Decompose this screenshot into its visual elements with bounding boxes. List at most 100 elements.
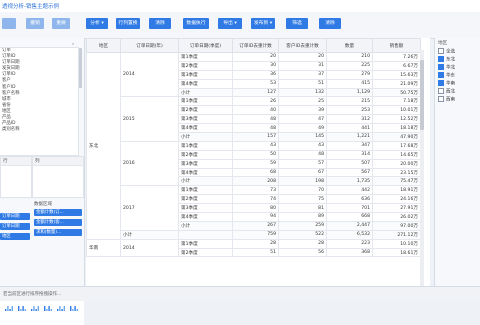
value-cell: 40 (232, 105, 279, 116)
filter-title: 地区 (438, 41, 448, 46)
rows-box[interactable]: 行 (0, 156, 32, 198)
data-field-chip[interactable]: 金额计数(客... (34, 219, 82, 226)
data-field-chip[interactable]: 金额计数(订... (34, 209, 82, 216)
chart-type-thumbnail[interactable] (43, 303, 53, 311)
quarter-cell: 第2季度 (178, 247, 233, 258)
value-cell: 312 (326, 114, 373, 125)
value-cell: 51 (278, 78, 327, 89)
value-cell: 20.00万 (372, 158, 421, 169)
column-header[interactable]: 订单ID去重计数 (232, 38, 279, 53)
chart-type-thumbnail[interactable] (4, 303, 14, 311)
quarter-cell: 第2季度 (178, 194, 233, 205)
toolbar-button[interactable]: 撤销 (26, 18, 44, 29)
row-field-chip[interactable]: 订单日期 (0, 223, 30, 230)
chart-type-thumbnail[interactable] (56, 303, 66, 311)
chart-type-thumbnail[interactable] (30, 303, 40, 311)
value-cell: 57 (278, 158, 327, 169)
value-cell: 636 (326, 194, 373, 205)
filter-checkbox[interactable] (438, 64, 444, 70)
quarter-cell: 第3季度 (178, 69, 233, 80)
quarter-cell: 第3季度 (178, 203, 233, 214)
column-header[interactable]: 订单日期(季度) (178, 38, 233, 53)
column-header[interactable]: 销售额 (372, 38, 421, 53)
value-cell: 27.91万 (372, 203, 421, 214)
value-cell: 80 (232, 203, 279, 214)
field-list-scrollbar[interactable] (79, 48, 82, 88)
chart-type-thumbnail-bar (18, 306, 20, 311)
filter-option[interactable]: 华东 (435, 72, 480, 80)
filter-option[interactable]: 西北 (435, 88, 480, 96)
filter-option[interactable]: 华北 (435, 64, 480, 72)
chart-type-thumbnail-bar (20, 309, 22, 311)
rows-box-label: 行 (1, 157, 31, 166)
table-scrollbar[interactable] (420, 50, 424, 286)
field-item[interactable]: 类别名称 (0, 127, 78, 133)
table-scroll-thumb[interactable] (420, 60, 424, 130)
chart-type-thumbnail-bar (74, 306, 76, 311)
value-cell: 314 (326, 149, 373, 160)
column-header[interactable]: 订单日期(年) (120, 38, 179, 53)
value-cell: 415 (326, 78, 373, 89)
toolbar-button[interactable]: 重做 (52, 18, 70, 29)
toolbar-button[interactable] (2, 18, 16, 29)
toolbar-button[interactable]: 数据执行 (183, 18, 209, 29)
value-cell: 347 (326, 140, 373, 151)
row-field-chip[interactable]: 地区 (0, 233, 30, 240)
chart-type-thumbnail-bar (9, 309, 11, 311)
value-cell: 701 (326, 203, 373, 214)
chart-type-thumbnail[interactable] (69, 303, 79, 311)
value-cell: 567 (326, 167, 373, 178)
value-cell: 94 (232, 212, 279, 222)
value-cell: 198 (278, 176, 327, 187)
chart-type-thumbnail-bar (46, 309, 48, 311)
value-cell: 37 (278, 69, 327, 80)
filter-option[interactable]: 西南 (435, 96, 480, 104)
filter-option[interactable]: 华南 (435, 80, 480, 88)
filter-checkbox[interactable] (438, 88, 444, 94)
toolbar-button[interactable]: 筛选 (286, 18, 308, 29)
window-title: 透视分析-销售主题示例 (2, 4, 59, 10)
pivot-table: 地区 订单日期(年) 订单日期(季度) 订单ID去重计数 客户ID去重计数 数量 销售额 东… (86, 38, 421, 258)
column-header[interactable]: 客户ID去重计数 (278, 38, 327, 53)
value-cell: 157 (232, 132, 279, 142)
cols-box[interactable]: 列 (32, 156, 84, 198)
filter-label: 全选 (446, 49, 455, 55)
filter-checkbox[interactable] (438, 96, 444, 102)
value-cell: 59 (232, 158, 279, 169)
chart-type-thumbnail-bar (37, 306, 39, 311)
value-cell: 21.09万 (372, 78, 421, 89)
toolbar-button[interactable]: 发布到 ▾ (251, 18, 275, 29)
value-cell: 223 (326, 238, 373, 249)
chart-type-thumbnail-bar (11, 306, 13, 311)
filter-option[interactable]: 东北 (435, 56, 480, 64)
toolbar-button[interactable]: 清除 (149, 18, 171, 29)
value-cell: 6,532 (326, 229, 373, 240)
filter-option[interactable]: 全选 (435, 48, 480, 56)
column-header[interactable]: 数量 (326, 38, 373, 53)
search-icon[interactable]: ⌕ (72, 41, 74, 46)
region-cell: 华南 (86, 238, 121, 258)
filter-checkbox[interactable] (438, 80, 444, 86)
year-cell: 2017 (120, 185, 179, 231)
value-cell: 28 (232, 238, 279, 249)
table-row-total: 小计 759 522 6,532 271.12万 (87, 229, 421, 240)
filter-checkbox[interactable] (438, 48, 444, 54)
filter-checkbox[interactable] (438, 56, 444, 62)
value-cell: 23.15万 (372, 167, 421, 178)
toolbar-button[interactable]: 分析 ▾ (86, 18, 108, 29)
value-cell: 48 (278, 149, 327, 160)
data-field-chip[interactable]: 求和(数量)... (34, 229, 82, 236)
value-cell: 225 (326, 60, 373, 71)
table-row: 2015 第1季度 26 25 215 7.18万 (87, 96, 421, 142)
chart-type-thumbnail[interactable] (17, 303, 27, 311)
filter-checkbox[interactable] (438, 72, 444, 78)
toolbar-button[interactable]: 行列置换 (116, 18, 140, 29)
year-cell: 2015 (120, 96, 179, 142)
toolbar-button[interactable]: 导出 ▾ (218, 18, 242, 29)
field-search[interactable]: ⌕ (0, 40, 84, 47)
toolbar-button[interactable]: 清除 (319, 18, 341, 29)
row-field-chip[interactable]: 订单日期 (0, 213, 30, 220)
field-list: 订单 订单ID 订单日期 发货日期 订单ID 客户 客户ID 客户名称 城市 省份 地区 产品 产品ID… (0, 47, 79, 156)
column-header[interactable]: 地区 (86, 38, 121, 53)
value-cell: 74 (232, 194, 279, 205)
